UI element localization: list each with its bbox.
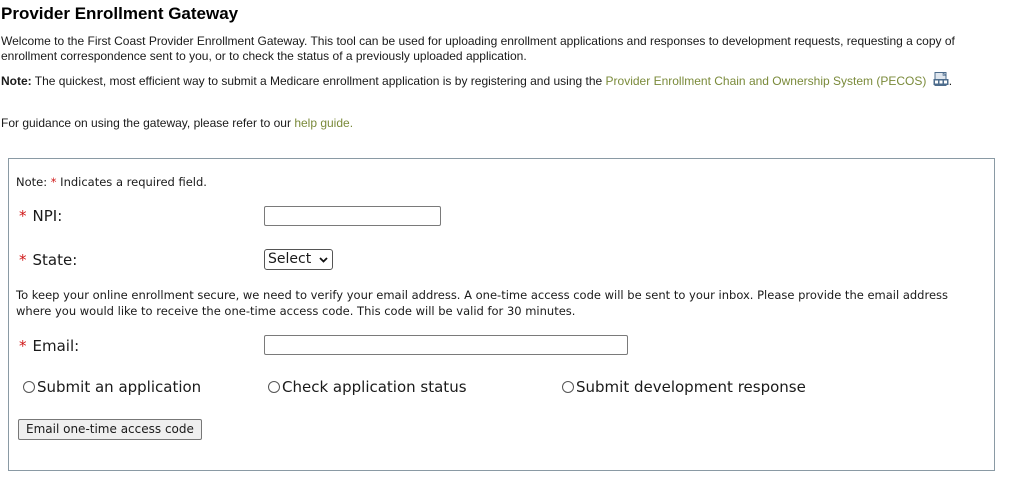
required-star: * — [50, 175, 57, 189]
radio-check-status[interactable]: Check application status — [268, 378, 467, 396]
state-select[interactable]: Select — [264, 249, 333, 270]
guide-text: For guidance on using the gateway, pleas… — [1, 116, 291, 130]
radio-button[interactable] — [562, 381, 574, 393]
pecos-note: Note: The quickest, most efficient way t… — [1, 71, 1001, 91]
radio-label: Submit development response — [576, 378, 806, 396]
chevron-down-icon — [319, 251, 328, 276]
required-note-prefix: Note: — [16, 175, 48, 189]
note-label: Note: — [1, 74, 32, 88]
npi-label: * NPI: — [19, 207, 62, 225]
enrollment-form: Note: * Indicates a required field. * NPI… — [8, 158, 995, 471]
required-note-suffix: Indicates a required field. — [60, 175, 207, 189]
guide-line: For guidance on using the gateway, pleas… — [1, 116, 353, 130]
radio-button[interactable] — [23, 381, 35, 393]
npi-input[interactable] — [264, 206, 441, 226]
email-access-code-button[interactable]: Email one-time access code — [18, 419, 202, 440]
state-select-value: Select — [268, 251, 312, 267]
email-label-text: Email: — [32, 337, 80, 355]
radio-button[interactable] — [268, 381, 280, 393]
verify-email-text: To keep your online enrollment secure, w… — [16, 288, 949, 318]
required-star: * — [19, 337, 27, 355]
pecos-link[interactable]: Provider Enrollment Chain and Ownership … — [606, 74, 927, 88]
radio-label: Submit an application — [37, 378, 202, 396]
radio-label: Check application status — [282, 378, 467, 396]
note-end: . — [948, 74, 953, 88]
page-title: Provider Enrollment Gateway — [1, 4, 239, 23]
email-input[interactable] — [264, 335, 628, 355]
radio-submit-development-response[interactable]: Submit development response — [562, 378, 806, 396]
email-label: * Email: — [19, 337, 79, 355]
pdf-icon[interactable] — [933, 71, 949, 87]
note-text: The quickest, most efficient way to subm… — [34, 74, 603, 88]
intro-text: Welcome to the First Coast Provider Enro… — [1, 34, 955, 63]
state-label-text: State: — [32, 251, 78, 269]
required-star: * — [19, 251, 27, 269]
state-label: * State: — [19, 251, 77, 269]
required-field-note: Note: * Indicates a required field. — [16, 175, 207, 189]
npi-label-text: NPI: — [32, 207, 63, 225]
help-guide-link[interactable]: help guide. — [294, 116, 353, 130]
radio-submit-application[interactable]: Submit an application — [23, 378, 201, 396]
required-star: * — [19, 207, 27, 225]
